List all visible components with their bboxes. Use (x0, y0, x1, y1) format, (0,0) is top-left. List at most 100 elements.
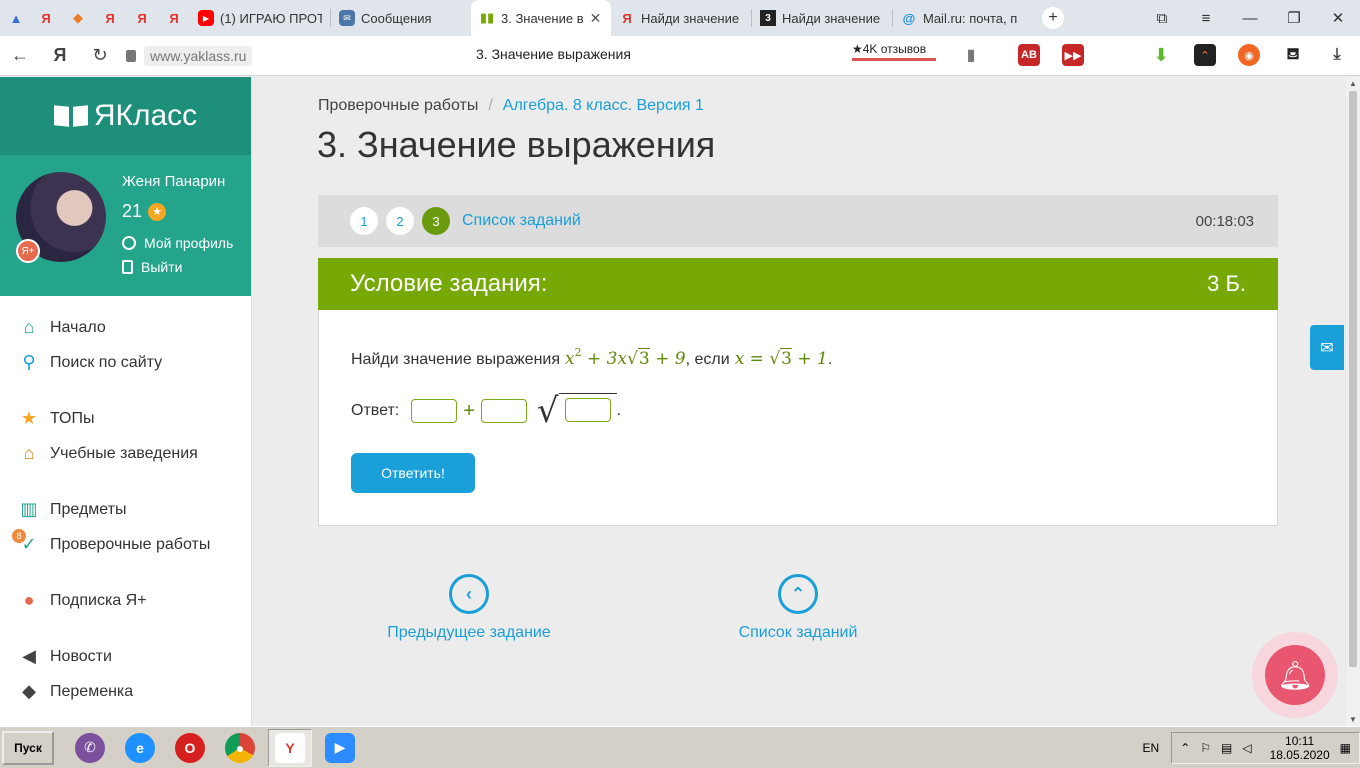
extension-translate-icon[interactable]: ⛾ (1282, 44, 1304, 66)
chevron-up-icon[interactable]: ⌃ (1180, 741, 1190, 755)
sidebar-item-label: Начало (50, 318, 106, 336)
question-prefix: Найди значение выражения (351, 351, 561, 368)
logout-link[interactable]: Выйти (122, 259, 182, 275)
close-window-icon[interactable]: ✕ (1316, 9, 1360, 27)
submit-button[interactable]: Ответить! (351, 453, 475, 493)
url-text: www.yaklass.ru (144, 45, 253, 66)
tab-pinned-4[interactable]: Я (94, 0, 126, 36)
taskbar-viber[interactable]: ✆ (68, 729, 112, 767)
adblock-icon[interactable]: AB (1018, 44, 1040, 66)
extension-orange-icon[interactable]: ⌃ (1194, 44, 1216, 66)
answer-period: . (616, 402, 622, 419)
breadcrumb-current[interactable]: Алгебра. 8 класс. Версия 1 (503, 97, 704, 114)
notifications-button[interactable]: 🔔︎ (1252, 632, 1338, 718)
my-profile-link[interactable]: Мой профиль (122, 235, 233, 251)
download-arrow-icon[interactable]: ⬇ (1150, 44, 1172, 66)
volume-icon[interactable]: ◁ (1242, 741, 1251, 755)
menu-icon[interactable]: ≡ (1184, 10, 1228, 27)
clock-date: 18.05.2020 (1269, 748, 1330, 762)
language-indicator[interactable]: EN (1143, 741, 1160, 755)
taskbar-yandex-browser[interactable]: Y (268, 728, 312, 767)
page-scrollbar[interactable]: ▲ ▼ (1346, 77, 1360, 726)
back-arrow-icon[interactable]: ← (0, 45, 40, 66)
sidebar-item-tops[interactable]: ★ ТОПы (0, 401, 251, 436)
sidebar-item-subjects[interactable]: ▥ Предметы (0, 492, 251, 527)
sidebar-menu: ⌂ Начало ⚲ Поиск по сайту ★ ТОПы ⌂ Учебн… (0, 296, 251, 709)
yandex-icon: Я (41, 10, 51, 26)
condition-header: Условие задания: 3 Б. (318, 258, 1278, 310)
sidebar-item-subscription[interactable]: ● Подписка Я+ (0, 583, 251, 618)
logo[interactable]: ЯКласс (0, 77, 251, 155)
condition-body: Найди значение выражения x2 + 3x√3 + 9 ,… (318, 310, 1278, 526)
timer: 00:18:03 (1195, 212, 1254, 230)
task-number-3-current[interactable]: 3 (422, 207, 450, 235)
minimize-icon[interactable]: — (1228, 10, 1272, 27)
network-icon[interactable]: ▤ (1221, 741, 1232, 755)
tab-active-yaklass[interactable]: ▮▮ 3. Значение в ✕ (471, 0, 611, 36)
scroll-down-icon[interactable]: ▼ (1346, 715, 1360, 724)
answer-input-1[interactable] (411, 399, 458, 423)
answer-input-2[interactable] (480, 399, 527, 423)
tab-title: Найди значение (641, 10, 740, 26)
previous-task-link[interactable]: ‹ Предыдущее задание (385, 574, 553, 642)
tab-yandex-search[interactable]: Я Найди значение (611, 0, 751, 36)
clock-time: 10:11 (1285, 734, 1315, 748)
answer-input-3[interactable] (564, 397, 611, 422)
mail-icon: @ (902, 10, 916, 26)
tab-pinned-1[interactable]: ▲ (0, 0, 30, 36)
sidebar-item-search[interactable]: ⚲ Поиск по сайту (0, 345, 251, 380)
scroll-up-icon[interactable]: ▲ (1346, 79, 1360, 88)
sidebar-item-news[interactable]: ◀ Новости (0, 639, 251, 674)
taskbar-ie[interactable]: e (118, 729, 162, 767)
yandex-home-icon[interactable]: Я (40, 45, 80, 66)
tab-messages[interactable]: ✉ Сообщения (331, 0, 471, 36)
tab-pinned-3[interactable]: ◆ (62, 0, 94, 36)
sidebar: ЯКласс Я+ Женя Панарин 21 ★ Мой профиль … (0, 77, 252, 726)
tab-znanija[interactable]: 3 Найди значение (752, 0, 892, 36)
bookmark-icon[interactable]: ▮ (960, 44, 982, 66)
action-center-icon[interactable]: ▦ (1340, 741, 1351, 755)
sidebar-item-break[interactable]: ◆ Переменка (0, 674, 251, 709)
restore-icon[interactable]: ❐ (1272, 9, 1316, 27)
tab-pinned-2[interactable]: Я (30, 0, 62, 36)
tab-youtube[interactable]: ▶ (1) ИГРАЮ ПРОТ (190, 0, 330, 36)
task-list-bottom-link[interactable]: ⌃ Список заданий (733, 574, 863, 642)
breadcrumb: Проверочные работы / Алгебра. 8 класс. Вер… (318, 97, 704, 115)
sidebar-item-institutions[interactable]: ⌂ Учебные заведения (0, 436, 251, 471)
tab-pinned-5[interactable]: Я (126, 0, 158, 36)
taskbar-chrome[interactable]: ● (218, 729, 262, 767)
menu-spacer (0, 471, 251, 492)
task-list-link[interactable]: Список заданий (462, 212, 581, 230)
task-number-2[interactable]: 2 (386, 207, 414, 235)
institution-icon: ⌂ (23, 443, 35, 463)
points-value: 21 (122, 201, 143, 221)
task-points: 3 Б. (1207, 271, 1246, 296)
taskbar-zoom[interactable]: ▶ (318, 729, 362, 767)
task-number-1[interactable]: 1 (350, 207, 378, 235)
user-name[interactable]: Женя Панарин (122, 173, 225, 190)
record-icon[interactable]: ▶▶ (1062, 44, 1084, 66)
download-icon[interactable]: ⤓ (1326, 44, 1348, 66)
tabs-list-icon[interactable]: ⧉ (1140, 10, 1184, 27)
tab-pinned-6[interactable]: Я (158, 0, 190, 36)
scroll-thumb[interactable] (1349, 91, 1357, 667)
close-icon[interactable]: ✕ (590, 10, 602, 27)
yandex-browser-icon: Y (275, 732, 305, 763)
tab-mail[interactable]: @ Mail.ru: почта, п (893, 0, 1033, 36)
flag-icon[interactable]: ⚐ (1200, 741, 1211, 755)
sidebar-item-tests[interactable]: 8 ✓ Проверочные работы (0, 527, 251, 562)
start-button[interactable]: Пуск (2, 730, 54, 765)
taskbar-opera[interactable]: O (168, 729, 212, 767)
breadcrumb-root[interactable]: Проверочные работы (318, 97, 478, 114)
extension-mask-icon[interactable]: ◉ (1238, 44, 1260, 66)
feedback-mail-button[interactable]: ✉ (1310, 325, 1344, 370)
url-field[interactable]: www.yaklass.ru (126, 44, 253, 68)
sidebar-item-home[interactable]: ⌂ Начало (0, 310, 251, 345)
question-text: Найди значение выражения x2 + 3x√3 + 9 ,… (351, 346, 832, 369)
new-tab-button[interactable]: + (1033, 0, 1073, 36)
sidebar-item-label: Предметы (50, 500, 127, 518)
profile-icon (122, 236, 136, 250)
reviews-badge[interactable]: ★4K отзывов (852, 42, 936, 61)
reload-icon[interactable]: ↻ (80, 45, 120, 66)
clock[interactable]: 10:11 18.05.2020 (1270, 734, 1330, 762)
